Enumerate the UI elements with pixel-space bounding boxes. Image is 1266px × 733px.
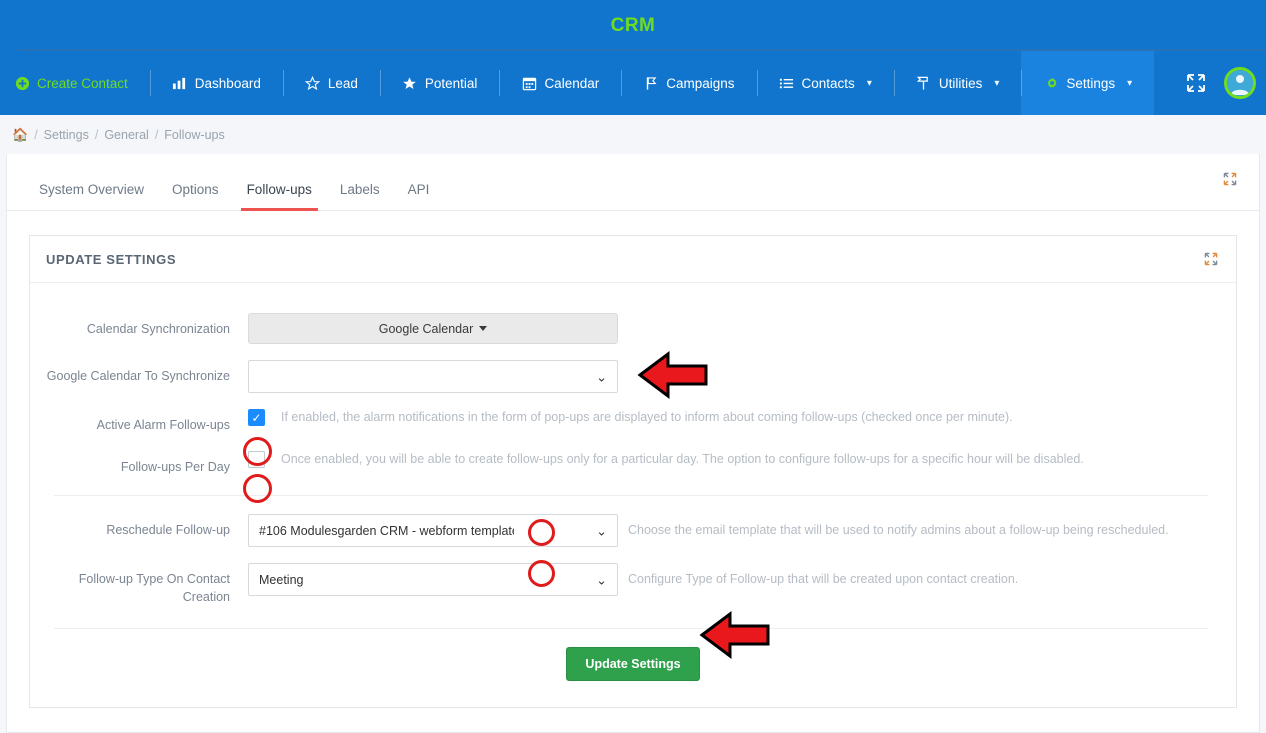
nav-label: Lead	[327, 75, 358, 91]
field-label: Active Alarm Follow-ups	[96, 418, 230, 432]
form-row-calendar-synchronization: Calendar Synchronization Google Calendar	[30, 305, 1236, 352]
nav-label: Create Contact	[37, 75, 128, 91]
field-label: Follow-up Type On Contact Creation	[78, 572, 230, 605]
form-row-google-calendar-to-synchronize: Google Calendar To Synchronize ⌄	[30, 352, 1236, 401]
field-hint: Configure Type of Follow-up that will be…	[628, 571, 1019, 586]
breadcrumb-separator: /	[154, 127, 159, 142]
list-icon	[779, 75, 795, 91]
calendar-sync-dropdown[interactable]: Google Calendar	[248, 313, 618, 344]
tab-follow-ups[interactable]: Follow-ups	[233, 182, 326, 211]
chevron-down-icon: ▾	[1127, 77, 1133, 89]
field-control: Once enabled, you will be able to create…	[248, 451, 1208, 469]
nav-item-settings[interactable]: Settings ▾	[1021, 51, 1155, 115]
chevron-down-icon: ▾	[866, 77, 872, 89]
calendar-icon	[521, 75, 537, 91]
select-value: Meeting	[259, 572, 304, 587]
tabs-row: System Overview Options Follow-ups Label…	[7, 154, 1259, 211]
breadcrumb-separator: /	[94, 127, 99, 142]
field-label: Google Calendar To Synchronize	[46, 369, 230, 383]
field-label: Reschedule Follow-up	[106, 523, 230, 537]
nav-item-utilities[interactable]: Utilities ▾	[893, 51, 1022, 115]
field-control: Google Calendar	[248, 313, 1208, 344]
breadcrumb-separator: /	[34, 127, 38, 142]
form-row-follow-up-type-on-contact-creation: Follow-up Type On Contact Creation Meeti…	[30, 555, 1236, 614]
section-divider	[54, 495, 1208, 496]
breadcrumb-item-general[interactable]: General	[104, 128, 148, 142]
flag-icon	[643, 75, 659, 91]
form-row-follow-ups-per-day: Follow-ups Per Day Once enabled, you wil…	[30, 443, 1236, 485]
panel-title: UPDATE SETTINGS	[46, 251, 177, 267]
field-control: ⌄	[248, 360, 1208, 393]
breadcrumb-item-follow-ups[interactable]: Follow-ups	[164, 128, 224, 142]
caret-down-icon	[479, 326, 488, 331]
panel-header: UPDATE SETTINGS	[30, 236, 1236, 283]
field-control: #106 Modulesgarden CRM - webform templat…	[248, 514, 1208, 547]
breadcrumb-item-settings[interactable]: Settings	[44, 128, 89, 142]
field-control: ✓ If enabled, the alarm notifications in…	[248, 409, 1208, 427]
signpost-icon	[916, 75, 932, 91]
user-avatar-icon[interactable]	[1224, 67, 1256, 99]
google-calendar-select[interactable]: ⌄	[248, 360, 618, 393]
form-row-active-alarm-follow-ups: Active Alarm Follow-ups ✓ If enabled, th…	[30, 401, 1236, 443]
expand-arrows-icon[interactable]	[1219, 168, 1241, 190]
check-icon: ✓	[251, 410, 262, 425]
chevron-down-icon: ▾	[994, 77, 1000, 89]
field-hint: Choose the email template that will be u…	[628, 522, 1169, 537]
gear-icon	[1043, 75, 1059, 91]
tab-system-overview[interactable]: System Overview	[25, 182, 158, 210]
chevron-down-icon: ⌄	[596, 523, 607, 538]
bar-chart-icon	[172, 75, 188, 91]
chevron-down-icon: ⌄	[596, 572, 607, 587]
follow-up-type-select[interactable]: Meeting ⌄	[248, 563, 618, 596]
tab-options[interactable]: Options	[158, 182, 233, 210]
expand-arrows-icon[interactable]	[1200, 248, 1222, 270]
nav-items: Create Contact Dashboard Lead Potential	[0, 51, 1172, 115]
star-outline-icon	[305, 75, 321, 91]
nav-item-create-contact[interactable]: Create Contact	[0, 51, 150, 115]
submit-row: Update Settings	[30, 629, 1236, 689]
nav-item-contacts[interactable]: Contacts ▾	[756, 51, 894, 115]
brand-bar: CRM	[0, 0, 1266, 51]
nav-label: Utilities	[938, 75, 983, 91]
nav-right-tools	[1172, 51, 1266, 115]
nav-label: Settings	[1066, 75, 1116, 91]
field-hint: Once enabled, you will be able to create…	[281, 452, 1084, 466]
app-title: CRM	[610, 14, 656, 36]
plus-circle-icon	[14, 75, 30, 91]
nav-label: Dashboard	[194, 75, 261, 91]
nav-item-lead[interactable]: Lead	[282, 51, 380, 115]
nav-label: Campaigns	[666, 75, 735, 91]
panel-body: Calendar Synchronization Google Calendar…	[30, 283, 1236, 707]
field-label: Calendar Synchronization	[86, 322, 230, 336]
nav-label: Calendar	[544, 75, 600, 91]
nav-item-potential[interactable]: Potential	[379, 51, 500, 115]
home-icon[interactable]: 🏠	[12, 127, 28, 143]
nav-label: Potential	[424, 75, 478, 91]
expand-arrows-icon[interactable]	[1172, 51, 1220, 115]
update-settings-button[interactable]: Update Settings	[566, 647, 700, 682]
tab-labels[interactable]: Labels	[326, 182, 394, 210]
nav-item-dashboard[interactable]: Dashboard	[149, 51, 283, 115]
tab-api[interactable]: API	[394, 182, 444, 210]
main-navbar: Create Contact Dashboard Lead Potential	[0, 51, 1266, 115]
breadcrumb: 🏠 / Settings / General / Follow-ups	[0, 115, 1266, 154]
nav-label: Contacts	[801, 75, 855, 91]
chevron-down-icon: ⌄	[596, 369, 607, 384]
star-filled-icon	[402, 75, 418, 91]
active-alarm-follow-ups-checkbox[interactable]: ✓	[248, 409, 265, 427]
update-settings-panel: UPDATE SETTINGS Calendar Synchronization…	[29, 235, 1237, 709]
content-card: System Overview Options Follow-ups Label…	[6, 154, 1260, 733]
form-row-reschedule-follow-up: Reschedule Follow-up #106 Modulesgarden …	[30, 506, 1236, 555]
nav-item-calendar[interactable]: Calendar	[499, 51, 621, 115]
field-control: Meeting ⌄ Configure Type of Follow-up th…	[248, 563, 1208, 596]
follow-ups-per-day-checkbox[interactable]	[248, 451, 265, 469]
dropdown-value: Google Calendar	[378, 321, 474, 336]
reschedule-follow-up-select[interactable]: #106 Modulesgarden CRM - webform templat…	[248, 514, 618, 547]
nav-item-campaigns[interactable]: Campaigns	[621, 51, 756, 115]
select-value: #106 Modulesgarden CRM - webform templat…	[259, 523, 514, 538]
field-hint: If enabled, the alarm notifications in t…	[281, 410, 1013, 424]
field-label: Follow-ups Per Day	[120, 460, 230, 474]
